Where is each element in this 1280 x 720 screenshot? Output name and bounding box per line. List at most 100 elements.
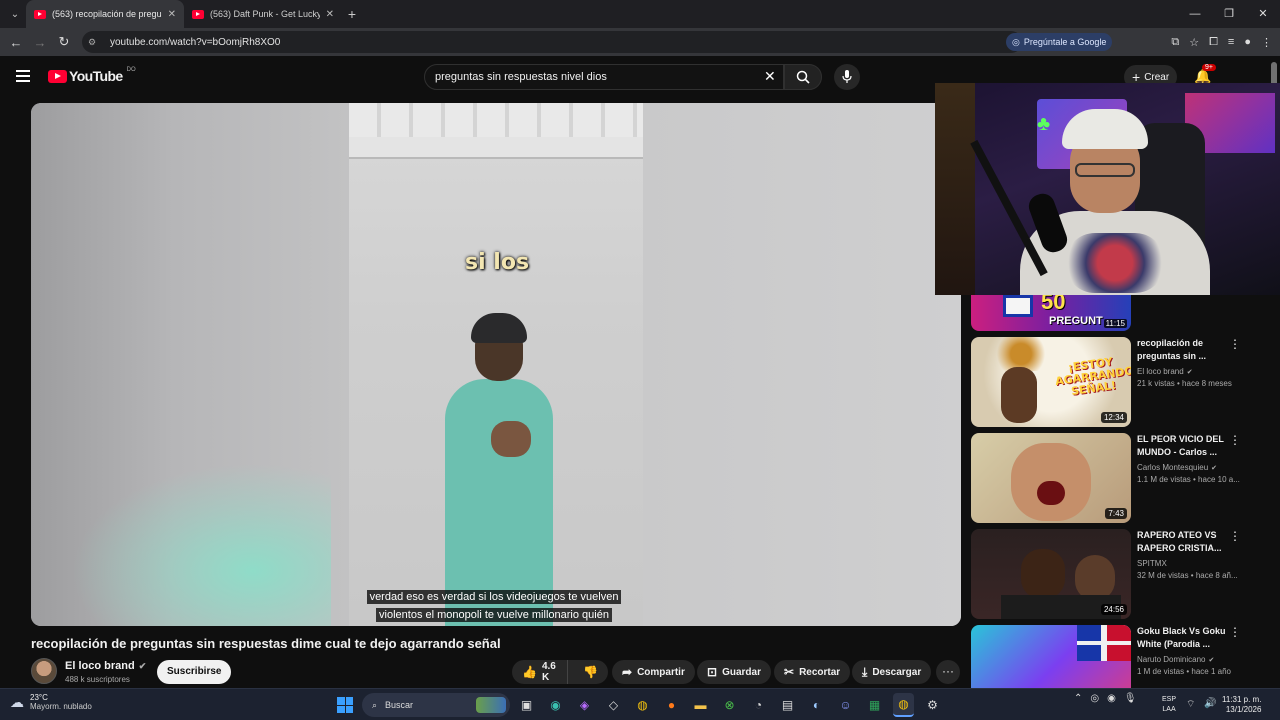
new-tab-icon[interactable]: + bbox=[342, 6, 362, 22]
video-blur-right bbox=[643, 103, 961, 626]
save-button[interactable]: ⊡ Guardar bbox=[697, 660, 771, 684]
youtube-logo[interactable]: YouTube DO bbox=[48, 67, 136, 84]
cloudy-weather-icon: ☁ bbox=[10, 693, 24, 710]
video-thumbnail[interactable] bbox=[971, 625, 1131, 688]
thumb-word: PREGUNT bbox=[1049, 315, 1103, 327]
minimize-icon[interactable]: — bbox=[1178, 0, 1212, 28]
volume-icon[interactable]: 🔊 bbox=[1204, 698, 1216, 709]
copilot-icon[interactable]: ◈ bbox=[574, 693, 595, 717]
chrome-active-icon[interactable]: ◍ bbox=[893, 693, 914, 717]
clear-search-icon[interactable]: ✕ bbox=[764, 68, 776, 85]
video-thumbnail[interactable]: 24:56 bbox=[971, 529, 1131, 619]
temperature: 23°C bbox=[30, 693, 48, 702]
video-thumbnail[interactable]: 7:43 bbox=[971, 433, 1131, 523]
video-title: recopilación de preguntas sin respuestas… bbox=[31, 636, 501, 651]
windows-start-icon[interactable] bbox=[337, 697, 353, 713]
steam-icon[interactable]: ◐ bbox=[806, 693, 827, 717]
thumb-text: ¡ESTOY AGARRANDO SEÑAL! bbox=[1054, 355, 1131, 398]
download-icon: ⤓ bbox=[862, 664, 868, 679]
clock[interactable]: 11:31 p. m. 13/1/2026 bbox=[1222, 695, 1261, 715]
video-title[interactable]: Goku Black Vs Goku White (Parodia ... bbox=[1137, 625, 1233, 651]
forward-icon[interactable]: → bbox=[28, 35, 52, 50]
tab-close-icon[interactable]: ✕ bbox=[168, 9, 176, 20]
dislike-button[interactable]: 👎 bbox=[573, 665, 608, 679]
video-stats: 1 M de vistas • hace 1 año bbox=[1137, 667, 1231, 676]
recommended-video[interactable]: ¡ESTOY AGARRANDO SEÑAL! 12:34 recopilaci… bbox=[971, 337, 1271, 427]
close-window-icon[interactable]: ✕ bbox=[1246, 0, 1280, 28]
tab-inactive[interactable]: (563) Daft Punk - Get Lucky (O ✕ bbox=[184, 0, 342, 28]
subscribe-button[interactable]: Suscribirse bbox=[157, 660, 232, 684]
task-view-icon[interactable]: ▣ bbox=[516, 693, 537, 717]
tray-app-icon[interactable]: ◎ bbox=[1090, 693, 1099, 704]
more-vertical-icon[interactable]: ⋮ bbox=[1229, 529, 1241, 543]
input-language[interactable]: ESP LAA bbox=[1162, 695, 1176, 715]
menu-icon[interactable] bbox=[16, 70, 30, 85]
tab-search-icon[interactable]: ⌄ bbox=[4, 3, 26, 25]
share-button[interactable]: ➦ Compartir bbox=[612, 660, 695, 684]
chevron-up-icon[interactable]: ⌃ bbox=[1074, 693, 1082, 704]
browser-tab-strip: ⌄ (563) recopilación de preguntas ✕ (563… bbox=[0, 0, 1280, 28]
scissors-icon: ✂ bbox=[784, 665, 795, 679]
recommended-video[interactable]: Goku Black Vs Goku White (Parodia ... Na… bbox=[971, 625, 1271, 688]
more-actions-button[interactable]: ··· bbox=[936, 660, 960, 684]
taskbar-search[interactable]: ⌕ Buscar bbox=[362, 693, 510, 717]
like-button[interactable]: 👍 4.6 K bbox=[512, 660, 569, 684]
lang-layout: LAA bbox=[1162, 706, 1176, 713]
bookmark-star-icon[interactable]: ☆ bbox=[1189, 36, 1199, 49]
video-title[interactable]: recopilación de preguntas sin ... bbox=[1137, 337, 1233, 363]
verified-icon: ✔ bbox=[1211, 465, 1218, 472]
more-vertical-icon[interactable]: ⋮ bbox=[1229, 337, 1241, 351]
browser-menu-icon[interactable]: ⋮ bbox=[1261, 36, 1272, 49]
channel-name[interactable]: El loco brand bbox=[1137, 367, 1184, 376]
thumbs-up-icon: 👍 bbox=[522, 665, 537, 679]
firefox-icon[interactable]: ● bbox=[661, 693, 682, 717]
video-title[interactable]: RAPERO ATEO VS RAPERO CRISTIA... bbox=[1137, 529, 1233, 555]
channel-name[interactable]: SPITMX bbox=[1137, 559, 1167, 568]
voice-search-button[interactable] bbox=[834, 64, 860, 90]
reading-list-icon[interactable]: ≡ bbox=[1228, 36, 1234, 48]
recommended-thumbnail-partial[interactable]: 50 PREGUNT 11:15 bbox=[971, 295, 1131, 331]
extensions-icon[interactable]: ⧠ bbox=[1209, 36, 1218, 49]
back-icon[interactable]: ← bbox=[4, 35, 28, 50]
tab-active[interactable]: (563) recopilación de preguntas ✕ bbox=[26, 0, 184, 28]
video-title[interactable]: EL PEOR VICIO DEL MUNDO - Carlos ... bbox=[1137, 433, 1233, 459]
cast-icon[interactable]: ⧉ bbox=[1171, 36, 1179, 49]
channel-name-row[interactable]: El loco brand ✔ bbox=[65, 660, 146, 672]
discord-icon[interactable]: ☺ bbox=[835, 693, 856, 717]
ask-google-button[interactable]: ◎ Pregúntale a Google bbox=[1006, 33, 1113, 51]
video-thumbnail[interactable]: ¡ESTOY AGARRANDO SEÑAL! 12:34 bbox=[971, 337, 1131, 427]
channel-avatar[interactable] bbox=[31, 658, 57, 684]
tab-close-icon[interactable]: ✕ bbox=[326, 9, 334, 20]
tray-app-icon[interactable]: ◉ bbox=[1107, 693, 1116, 704]
settings-icon[interactable]: ⚙ bbox=[922, 693, 943, 717]
clip-button[interactable]: ✂ Recortar bbox=[774, 660, 851, 684]
app-icon[interactable]: ◇ bbox=[603, 693, 624, 717]
url-bar[interactable]: ⚙ youtube.com/watch?v=bOomjRh8XO0 bbox=[82, 31, 1022, 53]
weather-widget[interactable]: ☁ 23°C Mayorm. nublado bbox=[10, 693, 92, 711]
neon-sign-icon: ♣ bbox=[1037, 113, 1051, 135]
site-info-icon[interactable]: ⚙ bbox=[88, 37, 102, 48]
recommended-video[interactable]: 24:56 RAPERO ATEO VS RAPERO CRISTIA... S… bbox=[971, 529, 1271, 619]
restore-icon[interactable]: ❐ bbox=[1212, 0, 1246, 28]
app-icon[interactable]: ◔ bbox=[748, 693, 769, 717]
epic-games-icon[interactable]: ▤ bbox=[777, 693, 798, 717]
more-vertical-icon[interactable]: ⋮ bbox=[1229, 625, 1241, 639]
chrome-icon[interactable]: ◍ bbox=[632, 693, 653, 717]
microphone-icon[interactable]: 🎙 bbox=[1124, 693, 1137, 704]
channel-name[interactable]: Naruto Dominicano bbox=[1137, 655, 1205, 664]
wifi-icon[interactable]: ⌔ bbox=[1186, 698, 1195, 711]
edge-icon[interactable]: ◉ bbox=[545, 693, 566, 717]
video-player[interactable] bbox=[31, 103, 961, 626]
reload-icon[interactable]: ↻ bbox=[52, 34, 76, 50]
channel-name[interactable]: Carlos Montesquieu bbox=[1137, 463, 1208, 472]
xbox-icon[interactable]: ⊗ bbox=[719, 693, 740, 717]
search-input[interactable]: preguntas sin respuestas nivel dios bbox=[424, 64, 784, 90]
download-button[interactable]: ⤓ Descargar bbox=[852, 660, 932, 684]
file-explorer-icon[interactable]: ▬ bbox=[690, 693, 711, 717]
excel-icon[interactable]: ▦ bbox=[864, 693, 885, 717]
more-vertical-icon[interactable]: ⋮ bbox=[1229, 433, 1241, 447]
lang-code: ESP bbox=[1162, 696, 1177, 703]
profile-icon[interactable]: ● bbox=[1244, 36, 1251, 48]
recommended-video[interactable]: 7:43 EL PEOR VICIO DEL MUNDO - Carlos ..… bbox=[971, 433, 1271, 523]
search-button[interactable] bbox=[784, 64, 822, 90]
